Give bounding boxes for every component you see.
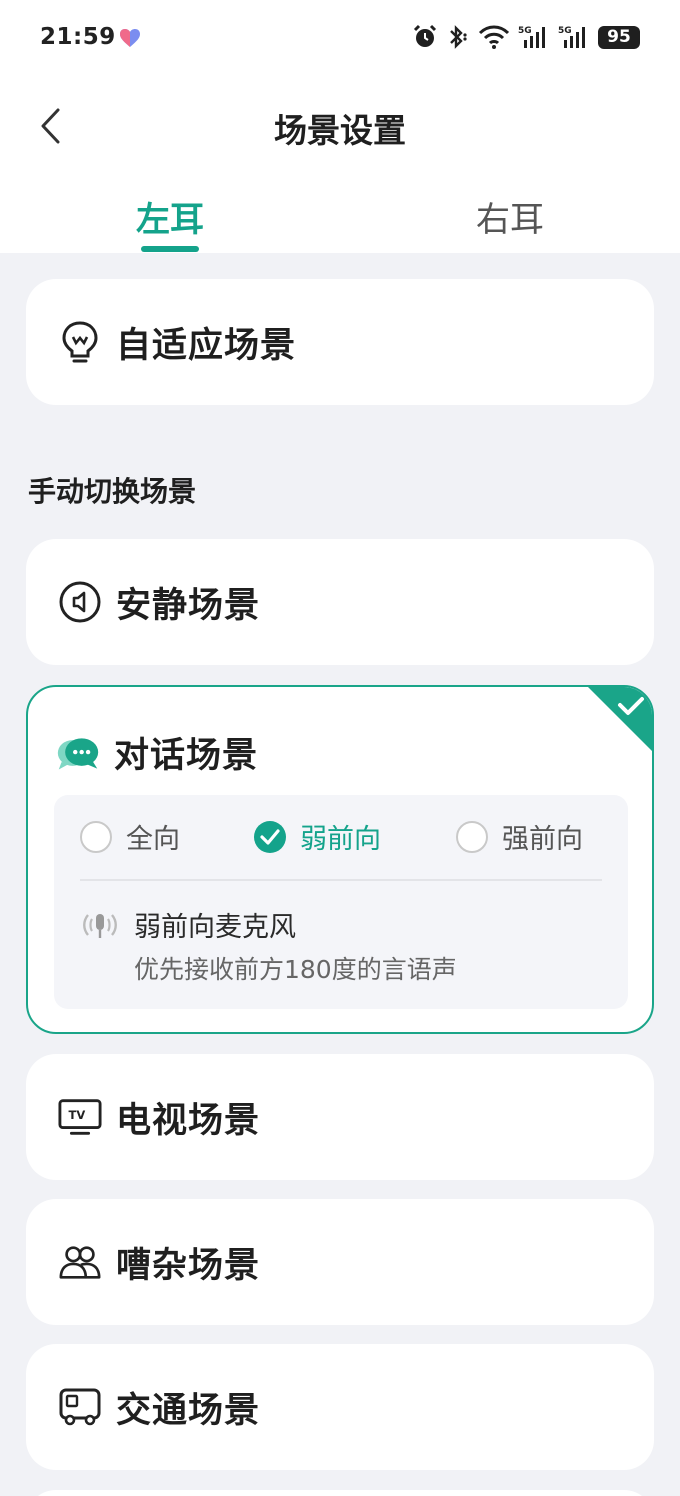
chat-icon (56, 731, 100, 775)
svg-text:5G: 5G (518, 26, 532, 36)
option-omni-label: 全向 (126, 824, 180, 855)
next-scene-card[interactable] (26, 1490, 654, 1496)
traffic-scene-card[interactable]: 交通场景 (26, 1344, 654, 1470)
mic-description: 弱前向麦克风 优先接收前方180度的言语声 (80, 905, 457, 986)
radio-unchecked-icon[interactable] (456, 820, 488, 853)
quiet-scene-row: 安静场景 (58, 539, 260, 665)
adaptive-scene-row: 自适应场景 (58, 279, 296, 405)
bluetooth-icon (450, 25, 467, 49)
adaptive-scene-card[interactable]: 自适应场景 (26, 279, 654, 405)
traffic-scene-row: 交通场景 (58, 1344, 260, 1470)
direction-options: 全向 弱前向 强前向 (80, 817, 602, 857)
mic-description-title: 弱前向麦克风 (134, 912, 296, 943)
microphone-icon (83, 914, 117, 938)
wifi-icon (478, 25, 510, 49)
bus-icon (58, 1385, 102, 1429)
signal-5g-icon: 5G (518, 26, 545, 48)
noisy-scene-card[interactable]: 嘈杂场景 (26, 1199, 654, 1325)
options-divider (80, 879, 602, 881)
status-time: 21:59 (40, 24, 116, 50)
crowd-icon (58, 1240, 102, 1284)
conversation-scene-row: 对话场景 (56, 727, 258, 778)
option-omni[interactable]: 全向 (80, 817, 180, 856)
quiet-scene-card[interactable]: 安静场景 (26, 539, 654, 665)
radio-checked-icon[interactable] (254, 820, 286, 853)
health-heart-icon (120, 29, 140, 47)
bulb-icon (58, 320, 102, 364)
alarm-icon (413, 24, 437, 47)
adaptive-scene-label: 自适应场景 (116, 325, 297, 366)
battery-indicator: 95 (598, 25, 640, 49)
mic-description-text: 优先接收前方180度的言语声 (134, 955, 457, 984)
svg-text:5G: 5G (558, 26, 572, 36)
speaker-icon (58, 580, 102, 624)
signal-5g-icon-2: 5G (558, 26, 585, 48)
status-bar: 21:59 5G 5G 95 (0, 0, 680, 76)
manual-section-title: 手动切换场景 (28, 475, 197, 508)
option-weak-forward[interactable]: 弱前向 (254, 817, 381, 856)
conversation-options-panel: 全向 弱前向 强前向 弱前向麦克风 优先接收前方180度的言语声 (54, 795, 628, 1009)
tab-left-ear[interactable]: 左耳 (70, 192, 270, 241)
noisy-scene-label: 嘈杂场景 (116, 1245, 261, 1286)
tv-scene-row: TV 电视场景 (58, 1054, 260, 1180)
active-tab-indicator (141, 246, 199, 252)
status-icons: 5G 5G 95 (412, 22, 640, 52)
radio-unchecked-icon[interactable] (80, 820, 112, 853)
tv-icon: TV (58, 1095, 102, 1139)
tv-scene-card[interactable]: TV 电视场景 (26, 1054, 654, 1180)
tv-scene-label: 电视场景 (116, 1100, 261, 1141)
conversation-scene-label: 对话场景 (114, 736, 259, 776)
noisy-scene-row: 嘈杂场景 (58, 1199, 260, 1325)
page-title: 场景设置 (274, 111, 406, 150)
selected-check-icon (588, 687, 652, 751)
traffic-scene-label: 交通场景 (116, 1390, 261, 1431)
conversation-scene-card[interactable]: 对话场景 全向 弱前向 强前向 弱前向麦克风 优先接收前方180度的言语声 (26, 685, 654, 1034)
quiet-scene-label: 安静场景 (116, 585, 261, 626)
option-strong-forward[interactable]: 强前向 (456, 817, 583, 856)
tab-right-ear[interactable]: 右耳 (410, 192, 610, 241)
option-weak-forward-label: 弱前向 (300, 824, 381, 855)
option-strong-forward-label: 强前向 (502, 824, 583, 855)
svg-text:TV: TV (69, 1108, 86, 1122)
